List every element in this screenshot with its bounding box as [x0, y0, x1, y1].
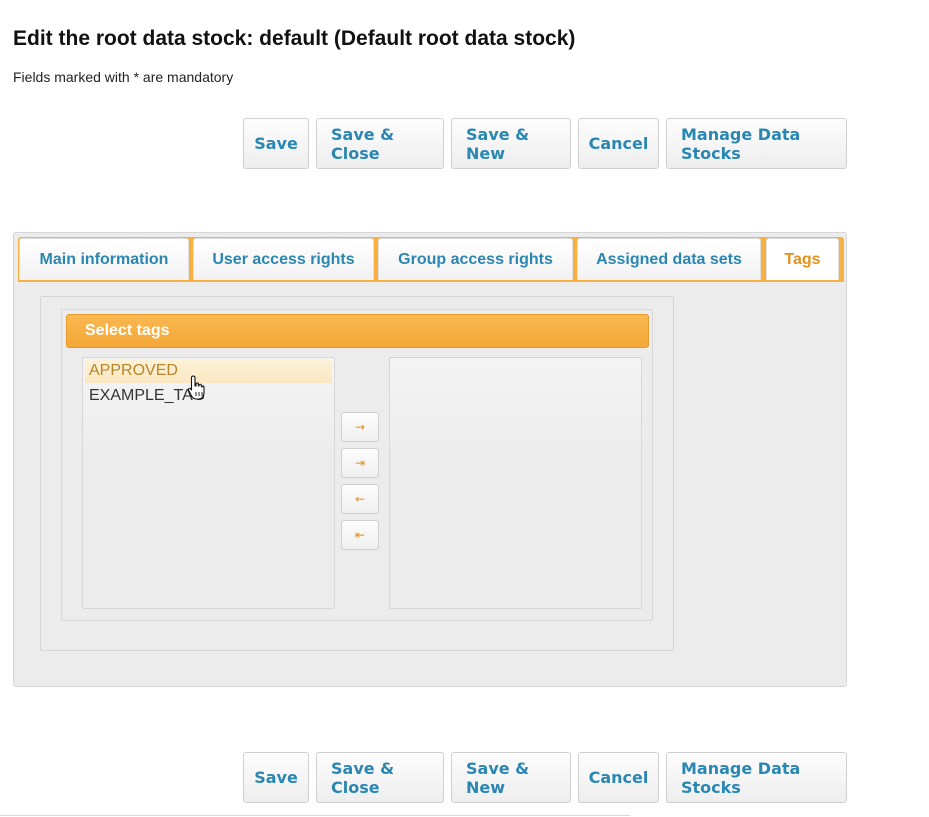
- bottom-button-bar: Save Save & Close Save & New Cancel Mana…: [243, 752, 847, 803]
- tab-main-information[interactable]: Main information: [19, 238, 189, 280]
- save-button[interactable]: Save: [243, 752, 309, 803]
- manage-data-stocks-button[interactable]: Manage Data Stocks: [666, 752, 847, 803]
- tab-group-access-rights[interactable]: Group access rights: [378, 238, 573, 280]
- top-button-bar: Save Save & Close Save & New Cancel Mana…: [243, 118, 847, 169]
- manage-data-stocks-button[interactable]: Manage Data Stocks: [666, 118, 847, 169]
- arrow-left-icon: ←: [354, 492, 366, 506]
- tab-assigned-data-sets[interactable]: Assigned data sets: [577, 238, 761, 280]
- tags-panel: Select tags APPROVED EXAMPLE_TAG → ⇥ ← ⇤: [40, 296, 674, 651]
- tab-view: Main information User access rights Grou…: [13, 232, 847, 687]
- tab-user-access-rights[interactable]: User access rights: [193, 238, 374, 280]
- save-new-button[interactable]: Save & New: [451, 118, 571, 169]
- hand-cursor-icon: [187, 375, 205, 400]
- remove-all-button[interactable]: ⇤: [341, 520, 379, 550]
- save-close-button[interactable]: Save & Close: [316, 118, 444, 169]
- divider: [0, 815, 630, 816]
- arrow-right-icon: →: [354, 420, 366, 434]
- page-title: Edit the root data stock: default (Defau…: [13, 27, 576, 50]
- arrow-right-bar-icon: ⇥: [354, 456, 366, 470]
- cancel-button[interactable]: Cancel: [578, 118, 659, 169]
- mandatory-note: Fields marked with * are mandatory: [13, 69, 234, 85]
- remove-button[interactable]: ←: [341, 484, 379, 514]
- save-button[interactable]: Save: [243, 118, 309, 169]
- add-all-button[interactable]: ⇥: [341, 448, 379, 478]
- picklist: Select tags APPROVED EXAMPLE_TAG → ⇥ ← ⇤: [61, 309, 653, 621]
- save-new-button[interactable]: Save & New: [451, 752, 571, 803]
- tab-tags[interactable]: Tags: [766, 238, 839, 280]
- cancel-button[interactable]: Cancel: [578, 752, 659, 803]
- select-tags-header: Select tags: [66, 314, 649, 348]
- target-list[interactable]: [389, 357, 642, 609]
- arrow-left-bar-icon: ⇤: [354, 528, 366, 542]
- save-close-button[interactable]: Save & Close: [316, 752, 444, 803]
- add-button[interactable]: →: [341, 412, 379, 442]
